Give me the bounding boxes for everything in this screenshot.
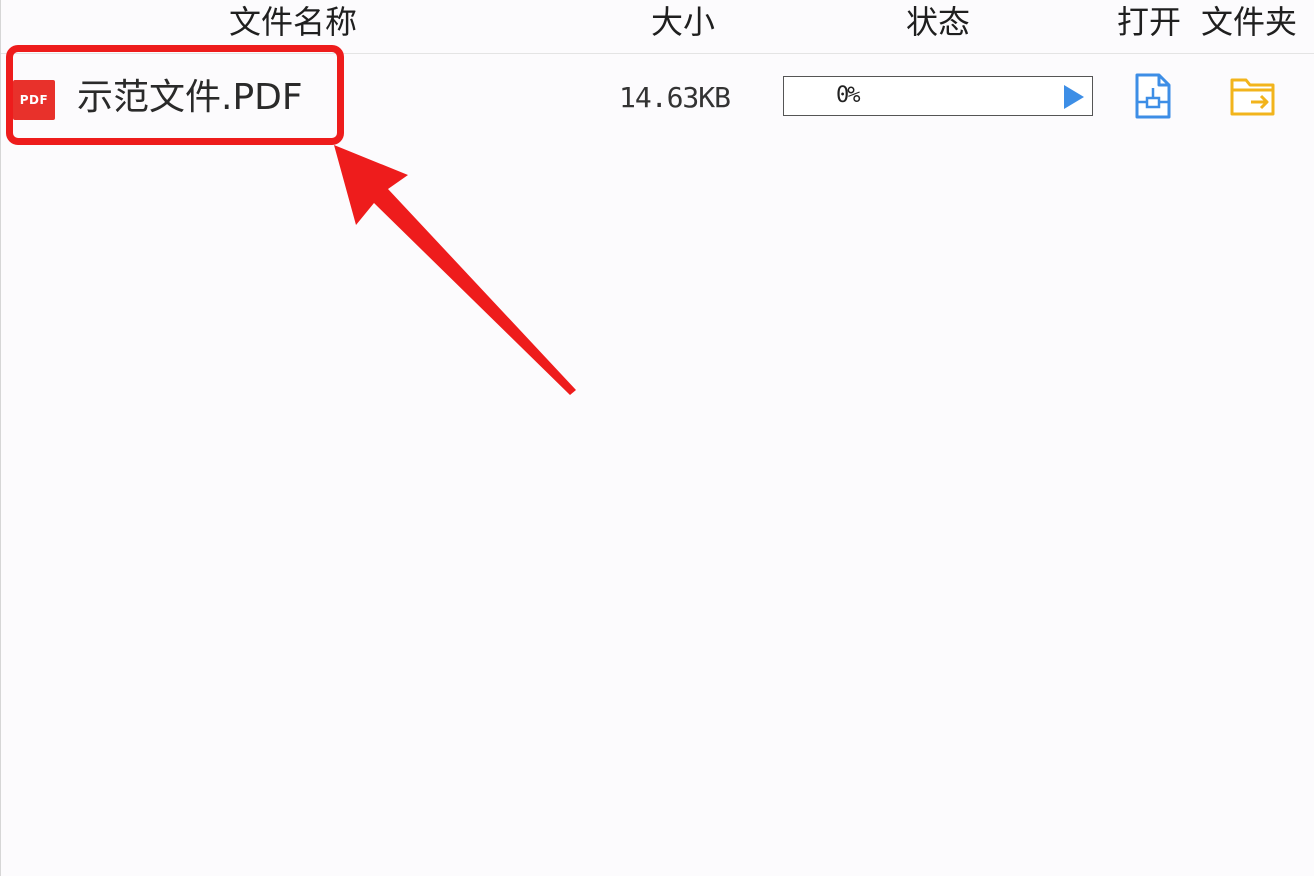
play-icon[interactable] (1064, 85, 1084, 109)
annotation-highlight-box (6, 45, 344, 145)
column-header-size[interactable]: 大小 (651, 2, 715, 42)
document-open-icon[interactable] (1133, 72, 1173, 120)
annotation-arrow-icon (334, 145, 576, 395)
file-conversion-window: 文件名称 大小 状态 打开 文件夹 PDF 示范文件.PDF 14.63KB 0… (0, 0, 1314, 876)
progress-text: 0% (836, 83, 860, 108)
column-header-folder: 文件夹 (1201, 3, 1298, 41)
conversion-progress-bar: 0% (783, 76, 1093, 116)
column-header-open: 打开 (1117, 3, 1182, 41)
folder-open-icon[interactable] (1229, 76, 1277, 118)
file-size: 14.63KB (619, 81, 731, 114)
column-header-status[interactable]: 状态 (906, 2, 970, 42)
column-header-name[interactable]: 文件名称 (229, 2, 357, 42)
